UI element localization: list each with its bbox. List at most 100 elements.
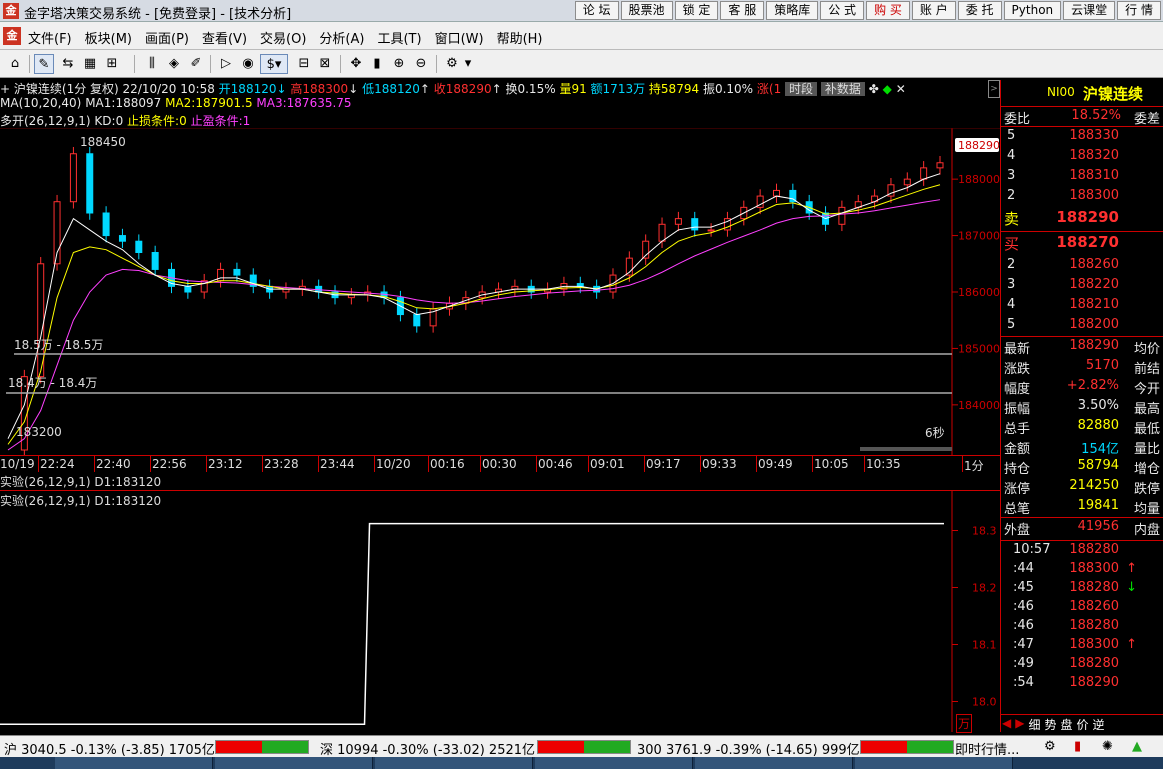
bid-row[interactable]: 5 188200 <box>1001 316 1163 336</box>
play-icon[interactable]: ▷ <box>216 54 236 74</box>
unit-label: 万 <box>956 714 973 733</box>
candle-body <box>184 285 192 293</box>
menu-help[interactable]: 帮助(H) <box>497 28 543 47</box>
tick-price: 188290 <box>1069 675 1119 690</box>
buy-button[interactable]: 购 买 <box>866 1 910 20</box>
tab-reverse[interactable]: 逆 <box>1091 715 1107 732</box>
volume-value: 量91 <box>559 82 587 96</box>
green-diamond-icon[interactable]: ◆ <box>883 82 892 96</box>
python-icon[interactable]: ⚙ <box>1044 739 1056 754</box>
forum-button[interactable]: 论 坛 <box>574 1 619 20</box>
stat-label-right: 均量 <box>1133 502 1160 517</box>
neipan-label: 内盘 <box>1133 523 1160 538</box>
ask-row[interactable]: 5 188330 <box>1001 127 1163 147</box>
indicator-y-tick: 18.1 <box>972 639 997 652</box>
entrust-button[interactable]: 委 托 <box>957 1 1002 20</box>
ask-row[interactable]: 4 188320 <box>1001 147 1163 167</box>
bid-row[interactable]: 2 188260 <box>1001 256 1163 276</box>
expand-icon[interactable]: + <box>0 82 10 96</box>
task-item[interactable] <box>855 757 1013 769</box>
menu-analysis[interactable]: 分析(A) <box>319 28 364 47</box>
cluster-icon[interactable]: ✤ <box>869 82 879 96</box>
chevron-down-icon[interactable]: ▾ <box>462 54 474 74</box>
menu-view[interactable]: 查看(V) <box>202 28 247 47</box>
tick-price: 188260 <box>1069 599 1119 614</box>
stop-icon[interactable]: ◉ <box>238 54 258 74</box>
grid-icon[interactable]: ⊞ <box>102 54 122 74</box>
menu-trade[interactable]: 交易(O) <box>260 28 306 47</box>
task-item[interactable] <box>55 757 213 769</box>
stat-value: 154亿 <box>1081 442 1119 457</box>
task-item[interactable] <box>215 757 373 769</box>
sh-index[interactable]: 沪 3040.5 -0.13% (-3.85) 1705亿 <box>4 739 215 758</box>
cross-icon[interactable]: ✕ <box>896 82 906 96</box>
menu-view-page[interactable]: 画面(P) <box>145 28 189 47</box>
vertical-bar-icon[interactable]: ▮ <box>367 54 387 74</box>
time-segment-button[interactable]: 时段 <box>785 82 818 96</box>
price-chart[interactable]: 188000 187000 186000 185000 184000 18.5万 - 1… <box>0 128 1000 455</box>
tick-time: :47 <box>1013 637 1034 652</box>
strategy-lib-button[interactable]: 策略库 <box>766 1 819 20</box>
database-icon[interactable]: ▮ <box>1074 739 1081 754</box>
formula-icon[interactable]: ⊠ <box>315 54 335 74</box>
menu-window[interactable]: 窗口(W) <box>435 28 484 47</box>
edit-icon[interactable]: ✐ <box>186 54 206 74</box>
hs300-index[interactable]: 300 3761.9 -0.39% (-14.65) 999亿 <box>637 739 860 758</box>
time-axis: 10/19 22:24 22:40 22:56 23:12 23:28 23:44 10/20… <box>0 455 1000 473</box>
warning-icon[interactable]: ▲ <box>1132 739 1142 754</box>
menu-file[interactable]: 文件(F) <box>28 28 72 47</box>
tab-detail[interactable]: 细 <box>1026 715 1042 732</box>
collapse-panel-icon[interactable]: > <box>988 80 1000 98</box>
gear-icon[interactable]: ✺ <box>1102 739 1113 754</box>
x-tick-label: 23:12 <box>208 457 243 471</box>
chart-switch-icon[interactable]: ⊟ <box>294 54 314 74</box>
ask-book: 5 188330 4 188320 3 188310 2 188300 <box>1001 127 1163 207</box>
tab-trend[interactable]: 势 <box>1042 715 1058 732</box>
dollar-dropdown-icon[interactable]: $▾ <box>260 54 288 74</box>
settings-icon[interactable]: ⚙ <box>442 54 462 74</box>
crosshair-icon[interactable]: ⇆ <box>58 54 78 74</box>
bid-row[interactable]: 4 188210 <box>1001 296 1163 316</box>
ask-row[interactable]: 2 188300 <box>1001 187 1163 207</box>
ticker-button[interactable]: 即时行情... <box>955 739 1019 758</box>
weibi-label: 委比 <box>1004 112 1031 127</box>
tab-price[interactable]: 价 <box>1075 715 1091 732</box>
tick-price: 188300 <box>1069 637 1119 652</box>
account-button[interactable]: 账 户 <box>911 1 956 20</box>
python-button[interactable]: Python <box>1003 1 1062 20</box>
lock-button[interactable]: 锁 定 <box>674 1 719 20</box>
fill-data-button[interactable]: 补数据 <box>820 82 865 96</box>
sz-index[interactable]: 深 10994 -0.30% (-33.02) 2521亿 <box>320 739 535 758</box>
service-button[interactable]: 客 服 <box>720 1 765 20</box>
stat-label-right: 增仓 <box>1133 462 1160 477</box>
ask-row[interactable]: 3 188310 <box>1001 167 1163 187</box>
tick-row: :46 188280 <box>1001 617 1163 636</box>
menu-tools[interactable]: 工具(T) <box>377 28 421 47</box>
task-item[interactable] <box>535 757 693 769</box>
indicator-panel[interactable]: 实验(26,12,9,1) D1:183120 实验(26,12,9,1) D1… <box>0 472 1000 733</box>
task-item[interactable] <box>695 757 853 769</box>
candle-body <box>674 218 682 225</box>
move-icon[interactable]: ✥ <box>346 54 366 74</box>
draw-pen-icon[interactable]: ✎ <box>34 54 54 74</box>
market-button[interactable]: 行 情 <box>1117 1 1161 20</box>
candle-icon[interactable]: ⫼ <box>142 54 162 74</box>
high-label: 188450 <box>80 135 126 149</box>
tab-book[interactable]: 盘 <box>1059 715 1075 732</box>
zoom-in-icon[interactable]: ⊕ <box>389 54 409 74</box>
task-item[interactable] <box>375 757 533 769</box>
tab-prev-icon[interactable]: ◀ <box>1000 715 1013 732</box>
datetime-label: 22/10/20 10:58 <box>122 82 215 96</box>
diamond-icon[interactable]: ◈ <box>164 54 184 74</box>
tab-next-icon[interactable]: ▶ <box>1013 715 1026 732</box>
menu-sector[interactable]: 板块(M) <box>85 28 132 47</box>
kline-icon[interactable]: ▦ <box>80 54 100 74</box>
formula-button[interactable]: 公 式 <box>820 1 865 20</box>
home-icon[interactable]: ⌂ <box>5 54 25 74</box>
stock-pool-button[interactable]: 股票池 <box>620 1 673 20</box>
cloud-class-button[interactable]: 云课堂 <box>1063 1 1116 20</box>
bid-row[interactable]: 3 188220 <box>1001 276 1163 296</box>
zoom-out-icon[interactable]: ⊖ <box>411 54 431 74</box>
tick-row: :54 188290 <box>1001 674 1163 693</box>
document-icon[interactable]: 金 <box>3 27 21 45</box>
